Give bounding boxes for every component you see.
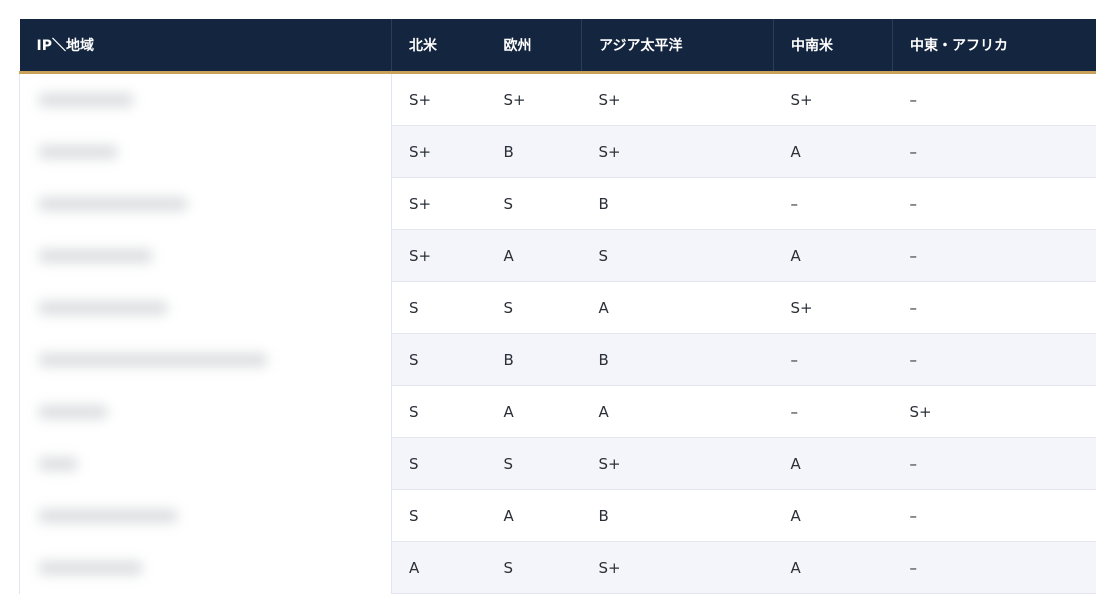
ip-name-cell-redacted — [19, 125, 392, 178]
rating-cell: A — [773, 489, 893, 542]
header-row: IP＼地域 北米 欧州 アジア太平洋 中南米 中東・アフリカ — [19, 19, 1096, 74]
rating-cell: – — [892, 229, 1096, 282]
rating-cell: S+ — [581, 125, 774, 178]
table-row: S+ S+ S+ S+ – — [19, 72, 1096, 126]
rating-cell: S+ — [391, 72, 487, 126]
redacted-text — [38, 352, 268, 367]
rating-cell: S+ — [391, 177, 487, 230]
rating-cell: S+ — [773, 281, 893, 334]
redacted-text — [38, 144, 118, 159]
rating-cell: – — [892, 125, 1096, 178]
rating-cell: S — [391, 489, 487, 542]
table-body: S+ S+ S+ S+ – S+ B S+ A – S+ S B – – S+ … — [19, 72, 1096, 594]
table-row: S B B – – — [19, 333, 1096, 386]
header-latin-america: 中南米 — [773, 19, 893, 74]
rating-cell: B — [581, 489, 774, 542]
rating-cell: S+ — [486, 72, 582, 126]
header-north-america: 北米 — [391, 19, 487, 74]
rating-cell: B — [581, 333, 774, 386]
header-europe: 欧州 — [486, 19, 582, 74]
redacted-text — [38, 196, 188, 211]
rating-cell: – — [773, 333, 893, 386]
ip-name-cell-redacted — [19, 385, 392, 438]
redacted-text — [38, 248, 153, 263]
ip-name-cell-redacted — [19, 72, 392, 126]
rating-cell: B — [581, 177, 774, 230]
rating-cell: S — [581, 229, 774, 282]
ip-region-table-container: IP＼地域 北米 欧州 アジア太平洋 中南米 中東・アフリカ S+ S+ S+ … — [19, 19, 1096, 594]
rating-cell: S+ — [581, 437, 774, 490]
table-header: IP＼地域 北米 欧州 アジア太平洋 中南米 中東・アフリカ — [19, 19, 1096, 74]
rating-cell: S+ — [892, 385, 1096, 438]
rating-cell: A — [773, 229, 893, 282]
header-ip-region: IP＼地域 — [19, 19, 392, 74]
table-row: S S S+ A – — [19, 437, 1096, 490]
rating-cell: A — [773, 437, 893, 490]
rating-cell: B — [486, 125, 582, 178]
header-middle-east-africa: 中東・アフリカ — [892, 19, 1096, 74]
rating-cell: – — [892, 541, 1096, 594]
table-row: S+ A S A – — [19, 229, 1096, 282]
rating-cell: S+ — [391, 229, 487, 282]
rating-cell: A — [773, 541, 893, 594]
ip-region-rating-table: IP＼地域 北米 欧州 アジア太平洋 中南米 中東・アフリカ S+ S+ S+ … — [19, 19, 1096, 594]
rating-cell: A — [773, 125, 893, 178]
rating-cell: S — [486, 541, 582, 594]
table-row: S S A S+ – — [19, 281, 1096, 334]
ip-name-cell-redacted — [19, 281, 392, 334]
redacted-text — [38, 508, 178, 523]
redacted-text — [38, 300, 168, 315]
ip-name-cell-redacted — [19, 333, 392, 386]
rating-cell: – — [892, 281, 1096, 334]
rating-cell: S — [486, 177, 582, 230]
rating-cell: B — [486, 333, 582, 386]
rating-cell: S+ — [581, 541, 774, 594]
table-row: S A B A – — [19, 489, 1096, 542]
rating-cell: – — [892, 72, 1096, 126]
rating-cell: – — [892, 437, 1096, 490]
rating-cell: A — [581, 281, 774, 334]
redacted-text — [38, 456, 78, 471]
rating-cell: S — [391, 385, 487, 438]
redacted-text — [38, 404, 108, 419]
rating-cell: S — [391, 437, 487, 490]
header-asia-pacific: アジア太平洋 — [581, 19, 774, 74]
table-row: S+ S B – – — [19, 177, 1096, 230]
rating-cell: – — [892, 177, 1096, 230]
ip-name-cell-redacted — [19, 541, 392, 594]
ip-name-cell-redacted — [19, 489, 392, 542]
rating-cell: – — [773, 177, 893, 230]
rating-cell: – — [892, 333, 1096, 386]
rating-cell: A — [486, 489, 582, 542]
rating-cell: A — [581, 385, 774, 438]
rating-cell: S — [486, 437, 582, 490]
rating-cell: – — [892, 489, 1096, 542]
rating-cell: S+ — [773, 72, 893, 126]
rating-cell: – — [773, 385, 893, 438]
ip-name-cell-redacted — [19, 437, 392, 490]
redacted-text — [38, 93, 134, 107]
rating-cell: A — [391, 541, 487, 594]
rating-cell: S+ — [581, 72, 774, 126]
rating-cell: S — [391, 281, 487, 334]
table-row: S A A – S+ — [19, 385, 1096, 438]
rating-cell: S — [486, 281, 582, 334]
table-row: A S S+ A – — [19, 541, 1096, 594]
rating-cell: S — [391, 333, 487, 386]
ip-name-cell-redacted — [19, 229, 392, 282]
ip-name-cell-redacted — [19, 177, 392, 230]
redacted-text — [38, 560, 143, 575]
rating-cell: A — [486, 229, 582, 282]
rating-cell: A — [486, 385, 582, 438]
rating-cell: S+ — [391, 125, 487, 178]
table-row: S+ B S+ A – — [19, 125, 1096, 178]
